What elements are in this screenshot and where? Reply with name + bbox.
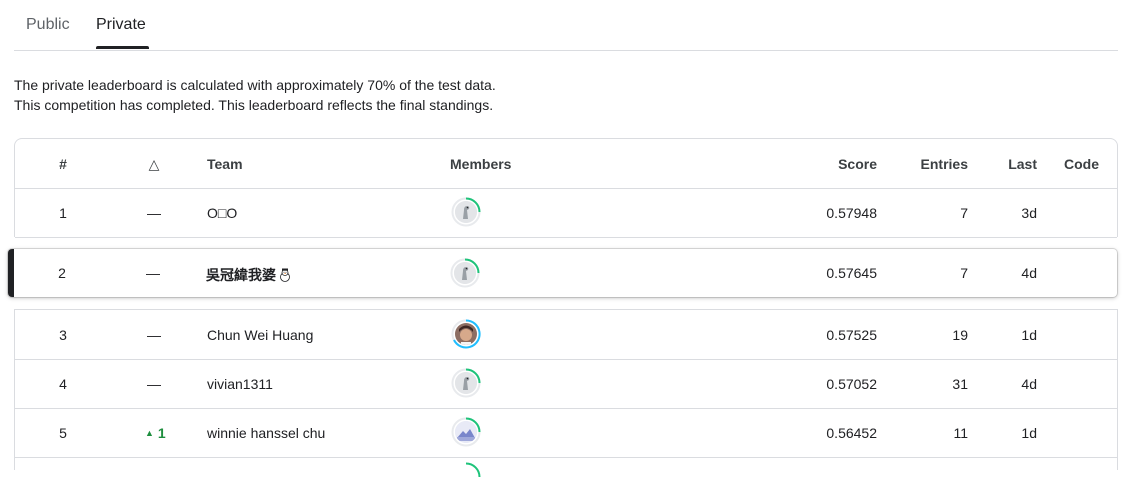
row-last: 4d xyxy=(1021,376,1037,392)
row-delta: — xyxy=(147,205,161,221)
header-delta[interactable]: △ xyxy=(145,156,163,173)
row-last: 1d xyxy=(1021,425,1037,441)
row-team[interactable]: O□O xyxy=(207,205,237,221)
leaderboard-note-2: This competition has completed. This lea… xyxy=(14,97,494,113)
header-members: Members xyxy=(450,156,512,172)
photo-avatar[interactable] xyxy=(451,319,481,349)
tab-private[interactable]: Private xyxy=(96,16,146,34)
highlight-bar xyxy=(8,249,14,297)
row-last: 4d xyxy=(1021,265,1037,281)
row-last: 3d xyxy=(1021,205,1037,221)
header-rank[interactable]: # xyxy=(59,156,67,172)
row-team[interactable]: winnie hanssel chu xyxy=(207,425,325,441)
table-row[interactable]: 3 — Chun Wei Huang 0.57525 19 1d xyxy=(15,310,1117,360)
header-last[interactable]: Last xyxy=(1008,156,1037,172)
row-entries: 19 xyxy=(952,327,968,343)
row-delta: — xyxy=(147,376,161,392)
landscape-avatar[interactable] xyxy=(451,417,481,447)
table-header: # △ Team Members Score Entries Last Code xyxy=(15,139,1117,189)
row-score: 0.57948 xyxy=(826,205,877,221)
header-team[interactable]: Team xyxy=(207,156,243,172)
table-row[interactable]: 4 — vivian1311 0.57052 31 4d xyxy=(15,359,1117,409)
row-team[interactable]: vivian1311 xyxy=(207,376,273,392)
tab-public[interactable]: Public xyxy=(26,16,70,34)
leaderboard-table-bottom: 3 — Chun Wei Huang 0.57525 19 1d 4 — viv… xyxy=(14,309,1118,478)
row-score: 0.57052 xyxy=(826,376,877,392)
row-score: 0.57525 xyxy=(826,327,877,343)
leaderboard-table-top: # △ Team Members Score Entries Last Code… xyxy=(14,138,1118,238)
duck-avatar[interactable] xyxy=(450,258,480,288)
row-team[interactable]: Chun Wei Huang xyxy=(207,327,313,343)
header-entries[interactable]: Entries xyxy=(921,156,968,172)
row-entries: 7 xyxy=(960,205,968,221)
row-rank: 1 xyxy=(59,205,67,221)
row-team[interactable]: 吳冠緯我婆 xyxy=(206,265,292,285)
partial-avatar xyxy=(451,462,481,492)
table-row[interactable]: 5 ▲ 1 winnie hanssel chu 0.56452 11 1d xyxy=(15,408,1117,458)
row-delta-up: ▲ 1 xyxy=(145,425,166,441)
arrow-up-icon: ▲ xyxy=(145,428,154,438)
header-code: Code xyxy=(1064,156,1099,172)
snowman-icon xyxy=(280,268,290,282)
row-team-name: 吳冠緯我婆 xyxy=(206,267,276,283)
row-rank: 5 xyxy=(59,425,67,441)
header-score[interactable]: Score xyxy=(838,156,877,172)
row-score: 0.57645 xyxy=(826,265,877,281)
row-delta-value: 1 xyxy=(157,425,166,441)
row-entries: 11 xyxy=(953,425,968,441)
table-row[interactable]: 1 — O□O 0.57948 7 3d xyxy=(15,188,1117,238)
duck-avatar[interactable] xyxy=(451,197,481,227)
row-entries: 7 xyxy=(960,265,968,281)
table-row-highlighted[interactable]: 2 — 吳冠緯我婆 0.57645 7 4d xyxy=(8,249,1117,297)
leaderboard-note-1: The private leaderboard is calculated wi… xyxy=(14,77,496,93)
row-rank: 2 xyxy=(58,265,66,281)
row-delta: — xyxy=(147,327,161,343)
row-entries: 31 xyxy=(952,376,968,392)
row-score: 0.56452 xyxy=(826,425,877,441)
row-rank: 4 xyxy=(59,376,67,392)
row-last: 1d xyxy=(1021,327,1037,343)
row-delta: — xyxy=(146,265,160,281)
active-tab-indicator xyxy=(96,46,149,49)
row-rank: 3 xyxy=(59,327,67,343)
leaderboard-tabs: Public Private xyxy=(14,0,1118,51)
duck-avatar[interactable] xyxy=(451,368,481,398)
